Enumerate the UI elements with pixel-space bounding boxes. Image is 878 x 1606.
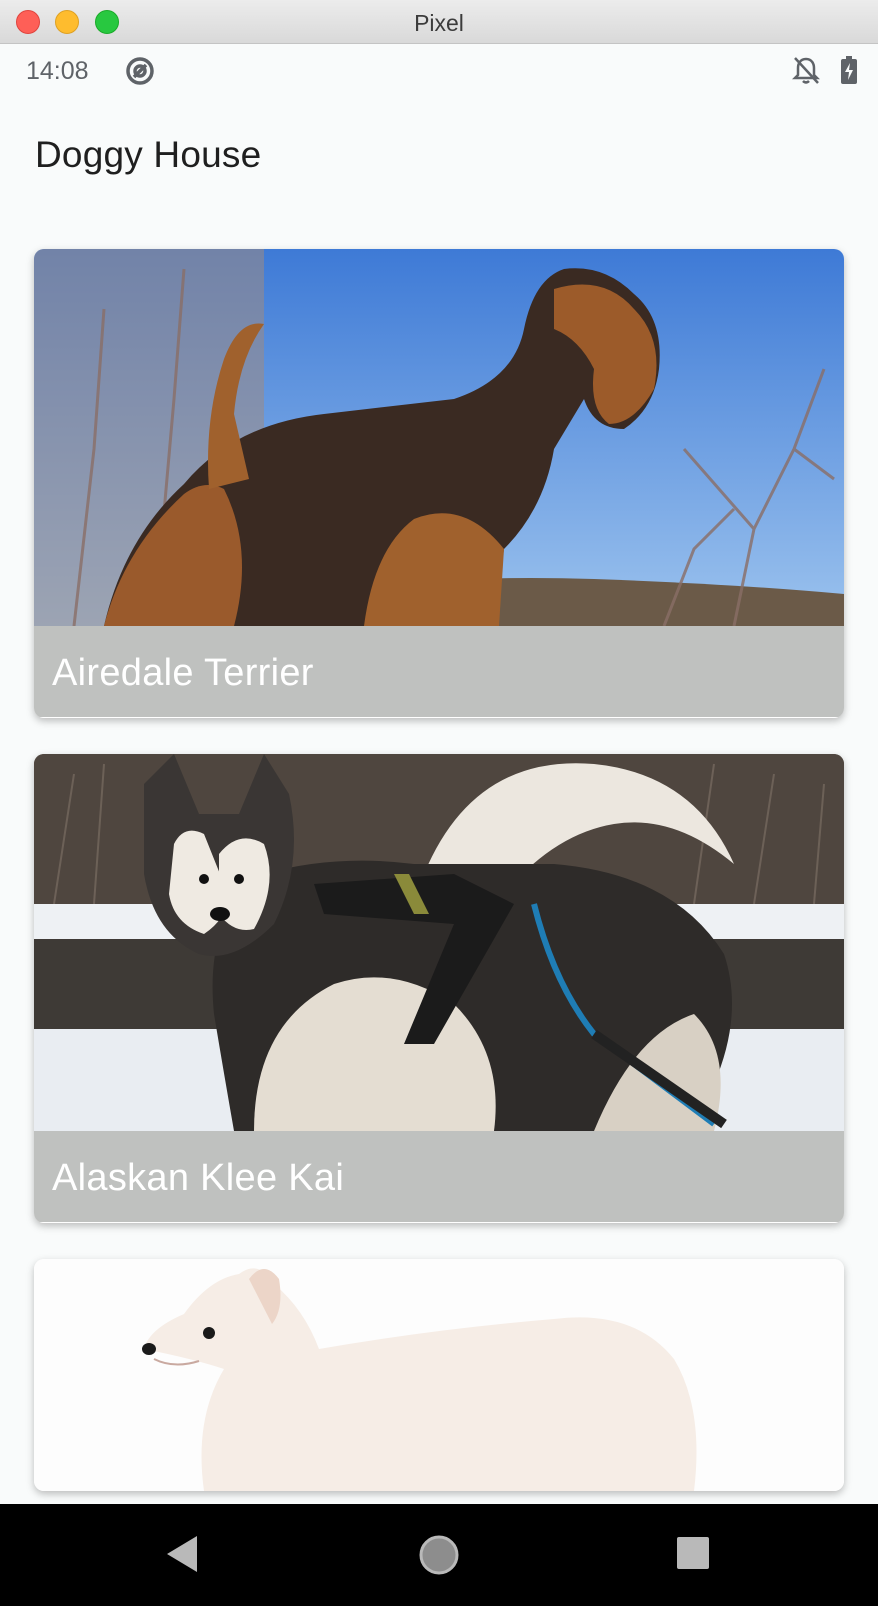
emulator-window: Pixel 14:08 Doggy House Airedale Terrier… (0, 0, 878, 1606)
status-icons (792, 55, 858, 85)
battery-charging-icon (841, 56, 857, 84)
status-bar: 14:08 (0, 45, 878, 97)
window-title: Pixel (414, 10, 464, 36)
navigation-bar (0, 1504, 878, 1606)
status-time: 14:08 (26, 57, 89, 85)
back-icon[interactable] (165, 1534, 199, 1574)
breed-card-alaskan-klee-kai[interactable]: Alaskan Klee Kai (34, 754, 844, 1223)
dog-photo-white-spitz (34, 1259, 844, 1491)
sync-icon (126, 57, 154, 85)
breed-card-3[interactable] (34, 1259, 844, 1491)
dog-photo-airedale (34, 249, 844, 626)
page-title: Doggy House (35, 134, 262, 175)
breed-name: Alaskan Klee Kai (34, 1131, 844, 1222)
window-titlebar: Pixel (0, 0, 878, 44)
dog-photo-alaskan-klee-kai (34, 754, 844, 1131)
breed-name: Airedale Terrier (34, 626, 844, 717)
recents-icon[interactable] (676, 1536, 710, 1570)
home-icon[interactable] (418, 1534, 460, 1576)
breed-photo (34, 754, 844, 1131)
breed-photo (34, 1259, 844, 1491)
breed-photo (34, 249, 844, 626)
notifications-off-icon (792, 57, 820, 84)
breed-card-airedale-terrier[interactable]: Airedale Terrier (34, 249, 844, 718)
